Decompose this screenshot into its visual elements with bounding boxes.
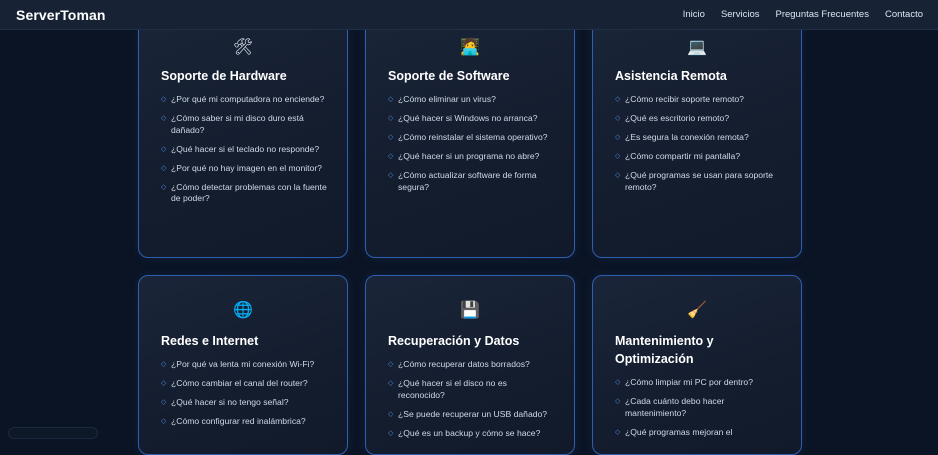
faq-item[interactable]: ¿Es segura la conexión remota? xyxy=(615,132,783,144)
globe-icon: 🌐 xyxy=(233,302,253,320)
faq-item[interactable]: ¿Qué es escritorio remoto? xyxy=(615,113,783,125)
faq-item[interactable]: ¿Qué hacer si el teclado no responde? xyxy=(161,144,329,156)
faq-list: ¿Cómo recibir soporte remoto? ¿Qué es es… xyxy=(615,94,783,201)
floating-widget[interactable] xyxy=(8,427,98,439)
faq-item[interactable]: ¿Cómo actualizar software de forma segur… xyxy=(388,170,556,193)
laptop-icon: 💻 xyxy=(687,39,707,57)
faq-item[interactable]: ¿Qué hacer si el disco no es reconocido? xyxy=(388,378,556,401)
card-hardware: 🛠 Soporte de Hardware ¿Por qué mi comput… xyxy=(138,6,348,258)
faq-item[interactable]: ¿Cómo cambiar el canal del router? xyxy=(161,378,329,390)
card-title: Mantenimiento y Optimización xyxy=(615,332,785,368)
faq-list: ¿Cómo limpiar mi PC por dentro? ¿Cada cu… xyxy=(615,377,783,446)
card-maintenance: 🧹 Mantenimiento y Optimización ¿Cómo lim… xyxy=(592,275,802,455)
technician-icon: 🧑‍💻 xyxy=(460,39,480,57)
faq-list: ¿Por qué mi computadora no enciende? ¿Có… xyxy=(161,94,329,212)
card-software: 🧑‍💻 Soporte de Software ¿Cómo eliminar u… xyxy=(365,6,575,258)
faq-item[interactable]: ¿Por qué mi computadora no enciende? xyxy=(161,94,329,106)
faq-item[interactable]: ¿Qué hacer si un programa no abre? xyxy=(388,151,556,163)
card-title: Redes e Internet xyxy=(161,332,331,350)
nav-link-contacto[interactable]: Contacto xyxy=(885,9,923,20)
faq-item[interactable]: ¿Por qué va lenta mi conexión Wi-Fi? xyxy=(161,359,329,371)
faq-item[interactable]: ¿Cómo detectar problemas con la fuente d… xyxy=(161,182,329,205)
card-title: Asistencia Remota xyxy=(615,67,785,85)
faq-item[interactable]: ¿Cómo recibir soporte remoto? xyxy=(615,94,783,106)
faq-item[interactable]: ¿Qué hacer si Windows no arranca? xyxy=(388,113,556,125)
faq-item[interactable]: ¿Qué programas mejoran el xyxy=(615,427,783,439)
top-navbar: ServerToman Inicio Servicios Preguntas F… xyxy=(0,0,938,30)
faq-item[interactable]: ¿Qué hacer si no tengo señal? xyxy=(161,397,329,409)
faq-list: ¿Por qué va lenta mi conexión Wi-Fi? ¿Có… xyxy=(161,359,329,435)
faq-item[interactable]: ¿Se puede recuperar un USB dañado? xyxy=(388,409,556,421)
faq-list: ¿Cómo eliminar un virus? ¿Qué hacer si W… xyxy=(388,94,556,201)
nav-links: Inicio Servicios Preguntas Frecuentes Co… xyxy=(667,9,923,20)
card-remote-assistance: 💻 Asistencia Remota ¿Cómo recibir soport… xyxy=(592,6,802,258)
faq-item[interactable]: ¿Cómo eliminar un virus? xyxy=(388,94,556,106)
nav-link-inicio[interactable]: Inicio xyxy=(683,9,705,20)
faq-item[interactable]: ¿Qué programas se usan para soporte remo… xyxy=(615,170,783,193)
faq-item[interactable]: ¿Cómo compartir mi pantalla? xyxy=(615,151,783,163)
faq-item[interactable]: ¿Cómo saber si mi disco duro está dañado… xyxy=(161,113,329,136)
faq-item[interactable]: ¿Por qué no hay imagen en el monitor? xyxy=(161,163,329,175)
card-title: Recuperación y Datos xyxy=(388,332,558,350)
faq-list: ¿Cómo recuperar datos borrados? ¿Qué hac… xyxy=(388,359,556,447)
floppy-disk-icon: 💾 xyxy=(460,302,480,320)
card-networks: 🌐 Redes e Internet ¿Por qué va lenta mi … xyxy=(138,275,348,455)
faq-item[interactable]: ¿Cómo configurar red inalámbrica? xyxy=(161,416,329,428)
nav-link-servicios[interactable]: Servicios xyxy=(721,9,760,20)
broom-icon: 🧹 xyxy=(687,302,707,320)
faq-item[interactable]: ¿Qué es un backup y cómo se hace? xyxy=(388,428,556,440)
card-title: Soporte de Hardware xyxy=(161,67,331,85)
card-data-recovery: 💾 Recuperación y Datos ¿Cómo recuperar d… xyxy=(365,275,575,455)
faq-item[interactable]: ¿Cómo reinstalar el sistema operativo? xyxy=(388,132,556,144)
nav-link-preguntas-frecuentes[interactable]: Preguntas Frecuentes xyxy=(775,9,868,20)
tools-icon: 🛠 xyxy=(233,39,253,57)
faq-item[interactable]: ¿Cada cuánto debo hacer mantenimiento? xyxy=(615,396,783,419)
faq-item[interactable]: ¿Cómo limpiar mi PC por dentro? xyxy=(615,377,783,389)
faq-item[interactable]: ¿Cómo recuperar datos borrados? xyxy=(388,359,556,371)
card-title: Soporte de Software xyxy=(388,67,558,85)
brand-logo[interactable]: ServerToman xyxy=(16,7,106,23)
